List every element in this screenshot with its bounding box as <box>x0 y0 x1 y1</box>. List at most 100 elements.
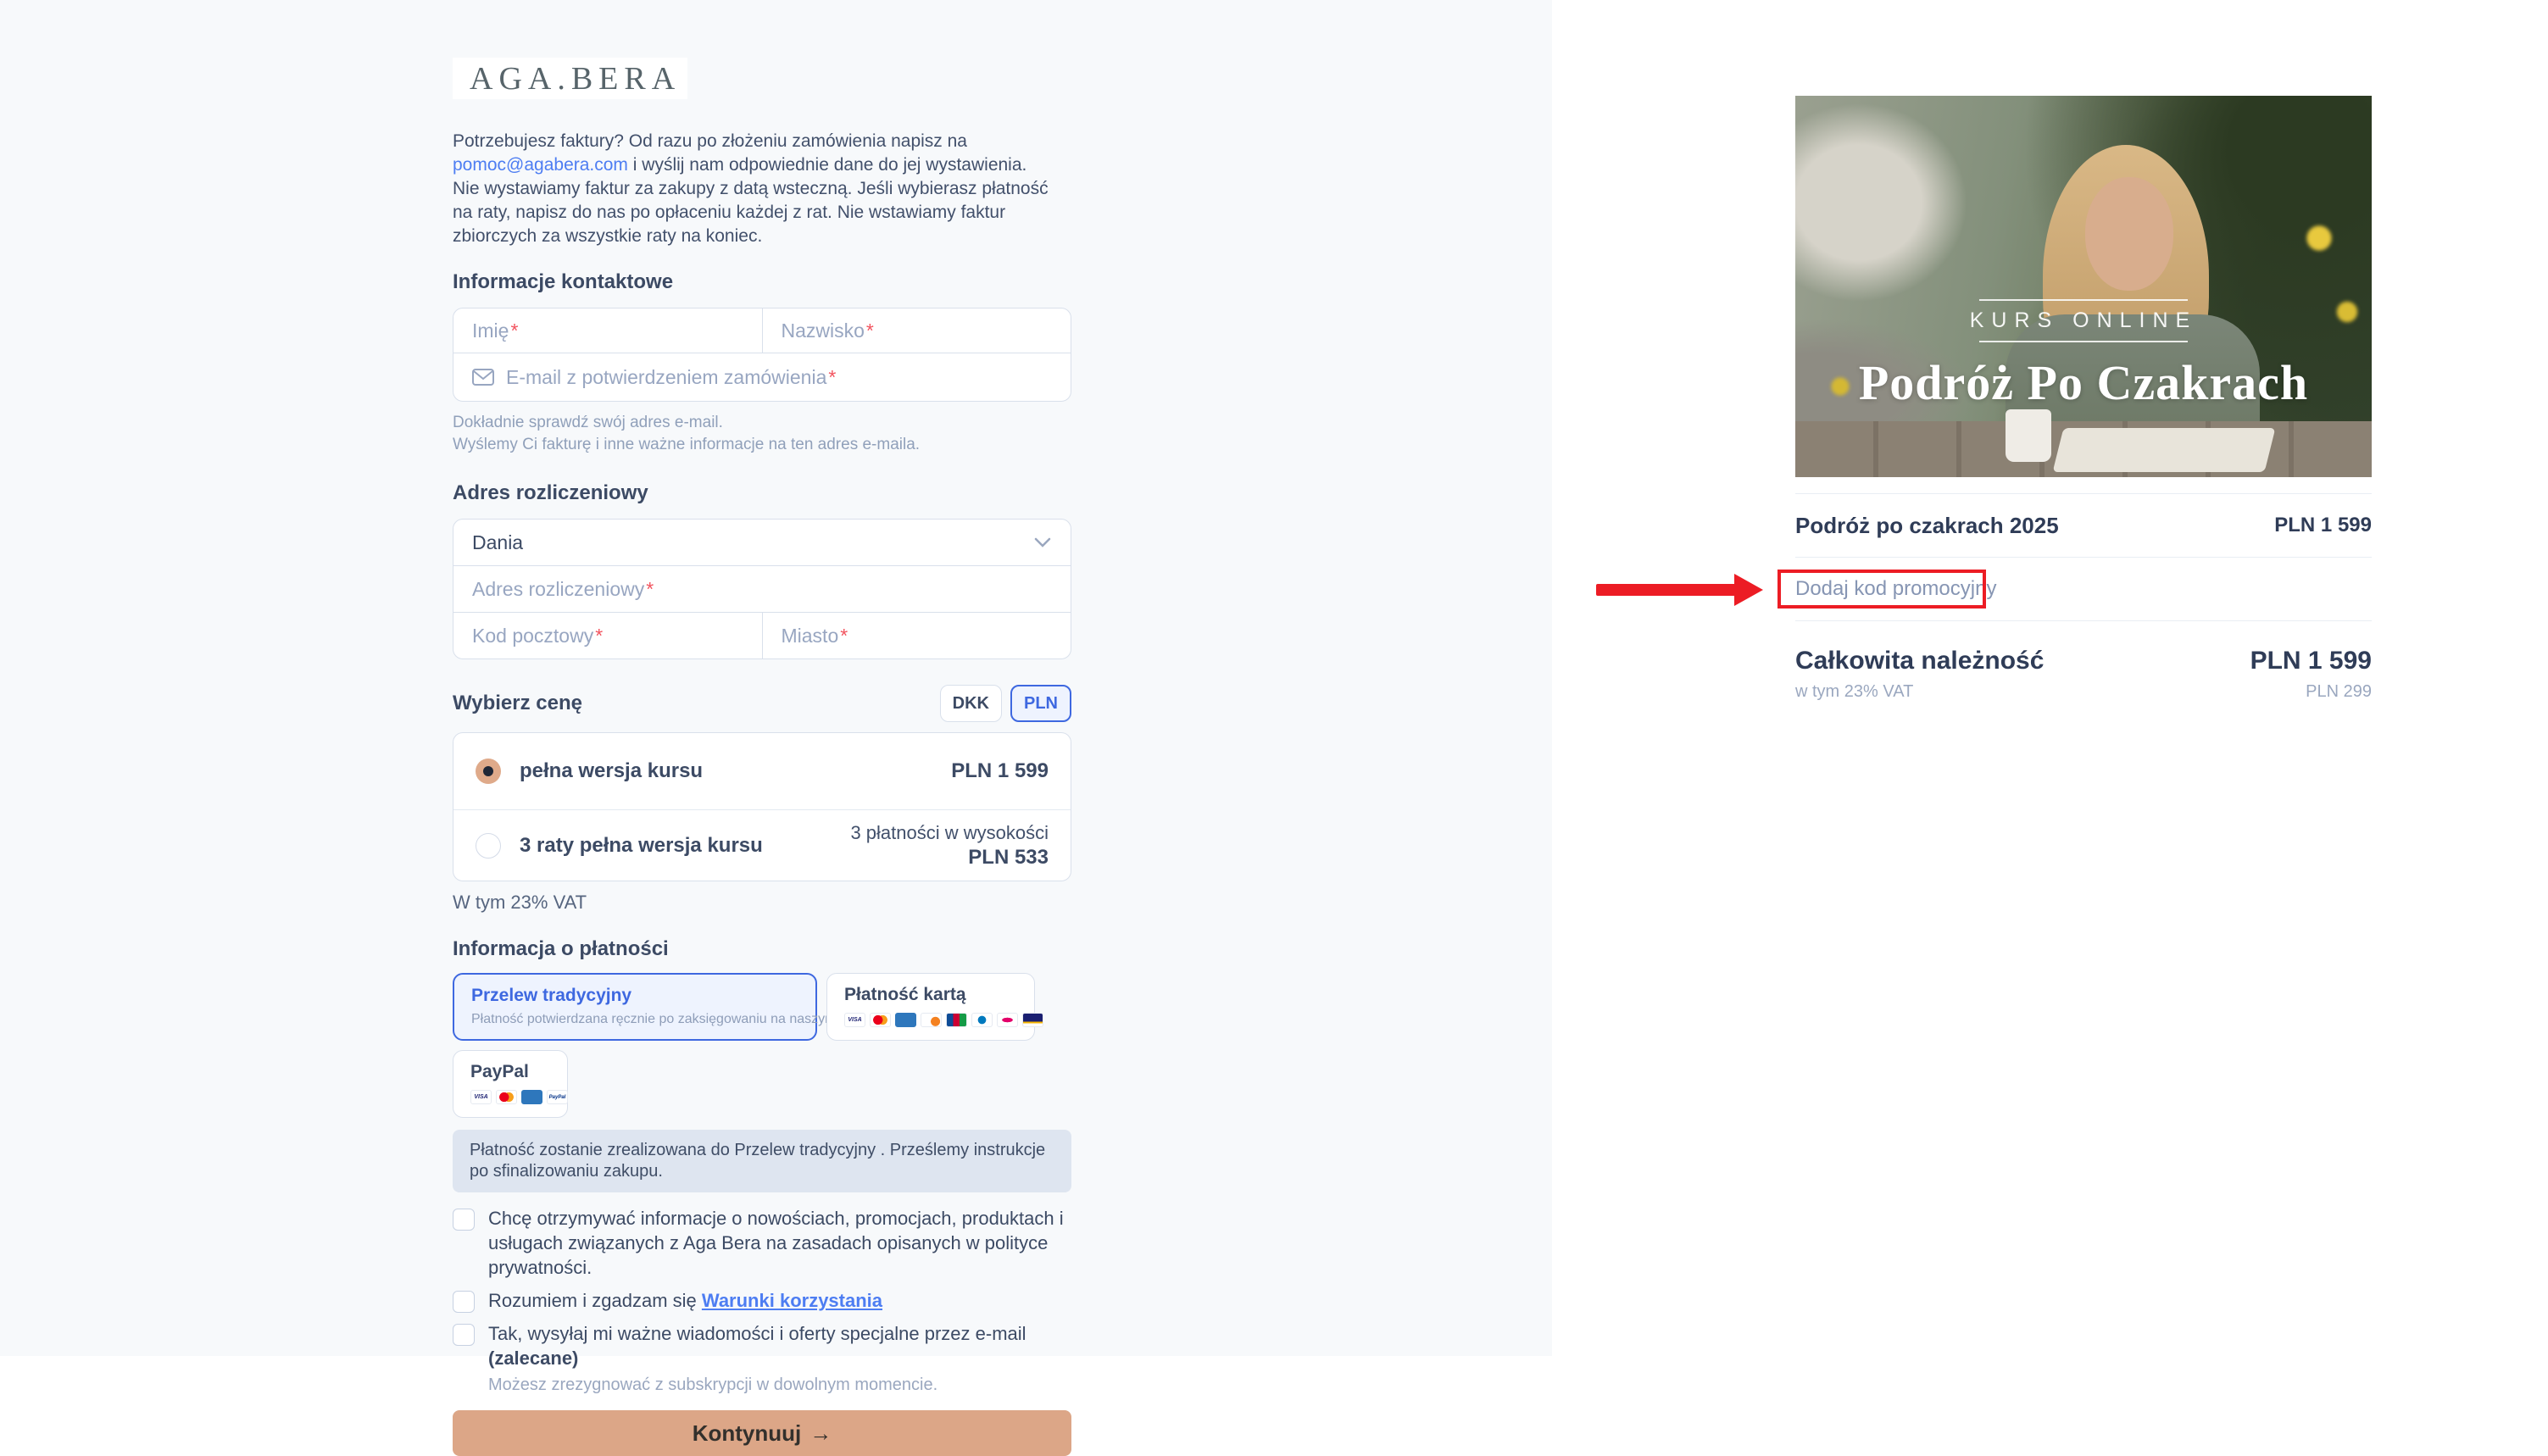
price-option-price: PLN 533 <box>968 845 1049 869</box>
product-line-item: Podróż po czakrach 2025 PLN 1 599 <box>1795 494 2372 557</box>
brand-logo-text: AGA.BERA <box>470 60 682 97</box>
jcb-icon <box>946 1013 967 1027</box>
email-hints: Dokładnie sprawdź swój adres e-mail. Wyś… <box>453 412 1071 456</box>
photo-flower <box>2304 223 2334 253</box>
invoice-note-text-3: Nie wystawiamy faktur za zakupy z datą w… <box>453 179 1049 246</box>
continue-button[interactable]: Kontynuuj → <box>453 1410 1071 1456</box>
consent-label: Rozumiem i zgadzam się <box>488 1290 702 1311</box>
visa-electron-icon <box>1022 1013 1043 1027</box>
order-summary: KURS ONLINE Podróż Po Czakrach Podróż po… <box>1795 96 2372 702</box>
currency-pln-button[interactable]: PLN <box>1010 685 1071 722</box>
price-option-installments[interactable]: 3 raty pełna wersja kursu 3 płatności w … <box>453 809 1071 881</box>
american-express-icon <box>521 1090 542 1104</box>
total-label: Całkowita należność <box>1795 647 2045 675</box>
overlay-course-title: Podróż Po Czakrach <box>1858 355 2309 410</box>
price-option-price: PLN 1 599 <box>951 759 1049 782</box>
payment-method-paypal[interactable]: PayPal VISA PayPal <box>453 1050 568 1118</box>
support-email-link[interactable]: pomoc@agabera.com <box>453 155 628 175</box>
billing-address-placeholder: Adres rozliczeniowy <box>472 577 645 600</box>
overlay-divider-bottom <box>1979 341 2188 342</box>
vat-value: PLN 299 <box>2306 682 2372 701</box>
terms-checkbox[interactable] <box>453 1291 475 1313</box>
contact-section-heading: Informacje kontaktowe <box>453 270 674 293</box>
postal-code-placeholder: Kod pocztowy <box>472 624 594 647</box>
annotation-arrow-icon <box>1734 574 1763 606</box>
installments-note: 3 płatności w wysokości <box>850 821 1049 843</box>
required-asterisk: * <box>865 319 874 342</box>
annotation-arrow-shaft <box>1596 584 1739 596</box>
product-name: Podróż po czakrach 2025 <box>1795 512 2059 538</box>
currency-toggle: DKK PLN <box>939 685 1071 722</box>
photo-book <box>2052 428 2276 472</box>
email-offers-checkbox[interactable] <box>453 1324 475 1346</box>
required-asterisk: * <box>840 624 848 647</box>
price-option-full[interactable]: pełna wersja kursu PLN 1 599 <box>453 733 1071 809</box>
checkout-form: AGA.BERA Potrzebujesz faktury? Od razu p… <box>453 58 1071 1456</box>
required-asterisk: * <box>646 577 654 600</box>
annotation-highlight-box <box>1777 570 1986 609</box>
price-options: pełna wersja kursu PLN 1 599 3 raty pełn… <box>453 732 1071 881</box>
invoice-note-text-2: i wyślij nam odpowiednie dane do jej wys… <box>627 155 1027 175</box>
paypal-icon: PayPal <box>547 1090 568 1104</box>
invoice-note-text-1: Potrzebujesz faktury? Od razu po złożeni… <box>453 131 967 151</box>
mastercard-icon <box>870 1013 891 1027</box>
vat-label: w tym 23% VAT <box>1795 682 1914 701</box>
contact-field-group: Imię * Nazwisko * E-mail z potwierdzeniem … <box>453 308 1071 402</box>
dankort-icon <box>997 1013 1018 1027</box>
email-hint-2: Wyślemy Ci fakturę i inne ważne informac… <box>453 436 921 453</box>
required-asterisk: * <box>828 365 837 388</box>
currency-dkk-button[interactable]: DKK <box>939 685 1002 722</box>
city-input[interactable]: Miasto * <box>761 613 1071 659</box>
american-express-icon <box>895 1013 916 1027</box>
product-image-overlay: KURS ONLINE Podróż Po Czakrach <box>1795 299 2372 411</box>
consent-recommended: (zalecane) <box>488 1348 579 1369</box>
consent-label: Chcę otrzymywać informacje o nowościach,… <box>488 1208 1064 1278</box>
payment-method-card[interactable]: Płatność kartą VISA <box>826 973 1043 1041</box>
marketing-checkbox[interactable] <box>453 1209 475 1231</box>
billing-address-input[interactable]: Adres rozliczeniowy * <box>453 566 1071 612</box>
payment-info-banner: Płatność zostanie zrealizowana do Przele… <box>453 1130 1071 1192</box>
card-brand-icons: VISA <box>844 1013 1043 1027</box>
price-option-label: 3 raty pełna wersja kursu <box>520 833 763 857</box>
first-name-input[interactable]: Imię * <box>453 308 762 353</box>
mastercard-icon <box>496 1090 517 1104</box>
envelope-icon <box>472 369 494 386</box>
payment-method-description: Płatność potwierdzana ręcznie po zaksięg… <box>471 1012 883 1026</box>
payment-method-title: PayPal <box>470 1062 529 1081</box>
overlay-eyebrow: KURS ONLINE <box>1969 308 2198 332</box>
photo-woman-face <box>2085 177 2173 291</box>
visa-icon: VISA <box>470 1090 492 1104</box>
required-asterisk: * <box>510 319 519 342</box>
last-name-input[interactable]: Nazwisko * <box>761 308 1071 353</box>
last-name-placeholder: Nazwisko <box>781 319 865 342</box>
overlay-divider-top <box>1979 299 2188 301</box>
price-section-heading: Wybierz cenę <box>453 692 582 714</box>
radio-selected-icon[interactable] <box>476 759 501 784</box>
product-image: KURS ONLINE Podróż Po Czakrach <box>1795 96 2372 477</box>
diners-club-icon <box>971 1013 993 1027</box>
payment-methods: Przelew tradycyjny Płatność potwierdzana… <box>453 973 1080 1118</box>
email-input[interactable]: E-mail z potwierdzeniem zamówienia * <box>453 353 1071 401</box>
billing-field-group: Dania Adres rozliczeniowy * Kod pocztowy *… <box>453 519 1071 659</box>
total-value: PLN 1 599 <box>2250 647 2372 675</box>
total-row: Całkowita należność PLN 1 599 <box>1795 647 2372 675</box>
terms-link[interactable]: Warunki korzystania <box>702 1290 882 1311</box>
unsubscribe-note: Możesz zrezygnować z subskrypcji w dowol… <box>488 1375 938 1394</box>
postal-code-input[interactable]: Kod pocztowy * <box>453 613 762 659</box>
product-price: PLN 1 599 <box>2274 514 2372 536</box>
country-select[interactable]: Dania <box>453 520 1071 565</box>
summary-divider <box>1795 620 2372 621</box>
city-placeholder: Miasto <box>781 624 839 647</box>
payment-method-bank-transfer[interactable]: Przelew tradycyjny Płatność potwierdzana… <box>453 973 883 1041</box>
consents: Chcę otrzymywać informacje o nowościach,… <box>453 1206 1071 1395</box>
country-select-value: Dania <box>472 531 524 553</box>
card-brand-icons: VISA PayPal <box>470 1090 568 1104</box>
arrow-right-icon: → <box>809 1420 832 1446</box>
radio-unselected-icon[interactable] <box>476 832 501 859</box>
price-option-label: pełna wersja kursu <box>520 759 704 782</box>
consent-label: Tak, wysyłaj mi ważne wiadomości i ofert… <box>488 1323 1026 1344</box>
consent-row-email: Tak, wysyłaj mi ważne wiadomości i ofert… <box>453 1321 1071 1370</box>
first-name-placeholder: Imię <box>472 319 509 342</box>
continue-button-label: Kontynuuj <box>692 1420 802 1446</box>
consent-row-terms: Rozumiem i zgadzam się Warunki korzystan… <box>453 1288 1071 1313</box>
